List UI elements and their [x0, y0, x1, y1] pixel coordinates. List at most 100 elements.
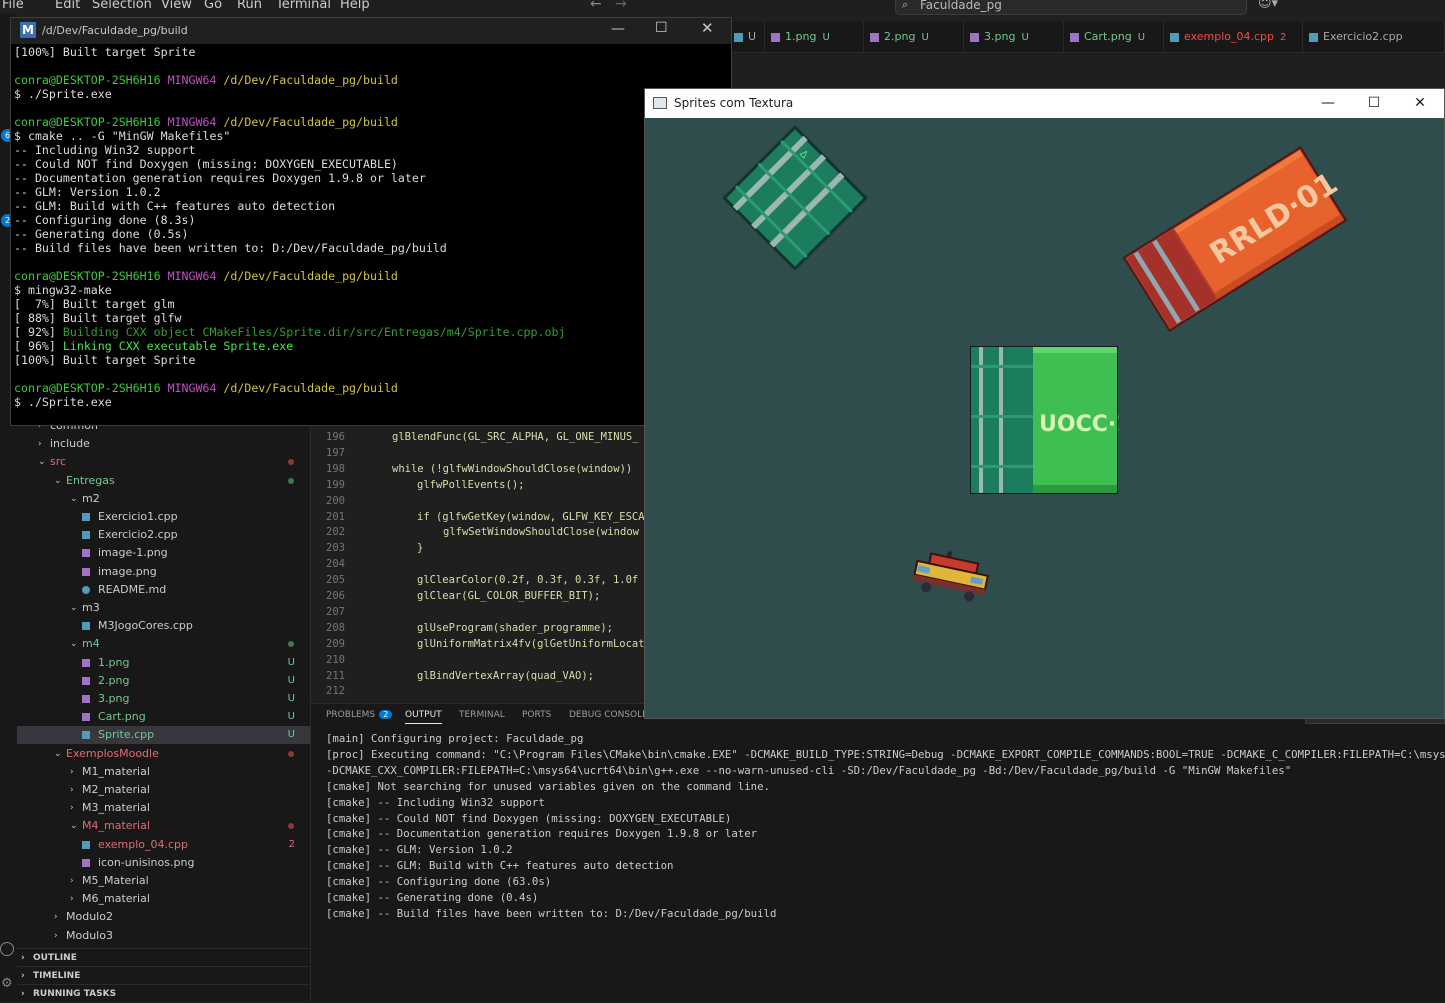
panel-tab-output[interactable]: OUTPUT — [405, 710, 442, 724]
menu-view[interactable]: View — [161, 0, 192, 12]
tree-item[interactable]: exemplo_04.cpp 2 — [17, 836, 310, 854]
section-title: TIMELINE — [33, 971, 81, 981]
tree-item[interactable]: Exercicio2.cpp — [17, 526, 310, 544]
chevron-down-icon: ⌄ — [54, 475, 62, 486]
tree-item[interactable]: 2.png U — [17, 672, 310, 690]
tree-item[interactable]: README.md — [17, 581, 310, 599]
minimize-icon[interactable]: — — [1305, 89, 1351, 118]
gear-icon[interactable]: ⚙ — [1, 976, 13, 991]
tree-item[interactable]: ⌄ ExemplosMoodle — [17, 745, 310, 763]
back-arrow-icon[interactable]: ← — [590, 0, 602, 12]
tree-item[interactable]: › M3_material — [17, 799, 310, 817]
tree-item[interactable]: ⌄ Entregas — [17, 472, 310, 490]
menu-file[interactable]: File — [2, 0, 24, 12]
forward-arrow-icon[interactable]: → — [615, 0, 627, 12]
tree-item[interactable]: › M5_Material — [17, 872, 310, 890]
account-icon[interactable] — [0, 942, 14, 956]
cpp-file-icon — [1309, 32, 1318, 42]
tree-item[interactable]: ⌄ m4 — [17, 635, 310, 653]
line-number: 212 — [326, 685, 345, 698]
tab-status: U — [1137, 32, 1146, 43]
tree-item[interactable]: image-1.png — [17, 544, 310, 562]
code-text: glBindVertexArray(quad_VAO); — [417, 669, 595, 682]
tree-item[interactable]: icon-unisinos.png — [17, 854, 310, 872]
terminal-line: $ mingw32-make — [14, 283, 112, 297]
tree-item[interactable]: Sprite.cpp U — [17, 726, 310, 745]
tree-item[interactable]: › include — [17, 435, 310, 453]
maximize-icon[interactable]: ☐ — [1351, 89, 1397, 118]
tab-3-png[interactable]: 3.png U — [964, 22, 1064, 52]
menu-selection[interactable]: Selection — [92, 0, 152, 12]
git-status-badge: U — [287, 656, 295, 668]
menu-edit[interactable]: Edit — [55, 0, 80, 12]
tab-u[interactable]: U — [728, 22, 765, 52]
command-center-search[interactable]: ⌕ Faculdade_pg — [895, 0, 1247, 15]
tab-label: 3.png — [984, 30, 1016, 43]
tree-item[interactable]: 3.png U — [17, 690, 310, 708]
menu-go[interactable]: Go — [204, 0, 222, 12]
tab-2-png[interactable]: 2.png U — [864, 22, 964, 52]
tree-item[interactable]: › M1_material — [17, 763, 310, 781]
tab-label: Exercicio2.cpp — [1323, 30, 1403, 43]
section-timeline[interactable]: › TIMELINE — [17, 966, 310, 985]
menu-terminal[interactable]: Terminal — [276, 0, 331, 12]
code-line: 206 glClear(GL_COLOR_BUFFER_BIT); — [311, 588, 645, 604]
line-number: 211 — [326, 669, 345, 682]
terminal-window[interactable]: M /d/Dev/Faculdade_pg/build — ☐ ✕ [100%]… — [10, 17, 732, 426]
tree-item-label: M3JogoCores.cpp — [98, 619, 193, 633]
minimize-icon[interactable]: — — [611, 21, 625, 37]
panel-tab-ports[interactable]: PORTS — [522, 710, 551, 720]
tab-cart-png[interactable]: Cart.png U — [1064, 22, 1164, 52]
chevron-down-icon: ⌄ — [70, 493, 78, 504]
tree-item[interactable]: ⌄ m3 — [17, 599, 310, 617]
tab-1-png[interactable]: 1.png U — [765, 22, 864, 52]
output-line: [cmake] -- Build files have been written… — [326, 906, 777, 920]
tree-item-label: 2.png — [98, 673, 130, 687]
menu-run[interactable]: Run — [237, 0, 262, 12]
tree-item[interactable]: › Modulo3 — [17, 927, 310, 945]
tree-item[interactable]: ⌄ src — [17, 453, 310, 471]
cpp-file-icon — [82, 731, 90, 740]
terminal-text: -- GLM: Build with C++ features auto det… — [14, 199, 336, 213]
tree-item[interactable]: › M2_material — [17, 781, 310, 799]
terminal-line: $ ./Sprite.exe — [14, 87, 112, 101]
output-line: [cmake] Not searching for unused variabl… — [326, 779, 770, 793]
tree-item-label: M2_material — [82, 783, 150, 796]
tree-item[interactable]: ⌄ m2 — [17, 490, 310, 508]
terminal-output: [100%] Built target Sprite conra@DESKTOP-… — [11, 45, 731, 425]
tab-exercicio2-cpp[interactable]: Exercicio2.cpp — [1303, 22, 1445, 52]
code-text: if (glfwGetKey(window, GLFW_KEY_ESCA — [417, 510, 645, 523]
copilot-icon[interactable]: ☺▾ — [1258, 0, 1278, 11]
maximize-icon[interactable]: ☐ — [655, 20, 668, 36]
tree-item[interactable]: ⌄ M4_material — [17, 817, 310, 835]
sprite-window[interactable]: Sprites com Textura — ☐ ✕ Δ RRLD·01 UOCC… — [644, 88, 1445, 719]
panel-tab-terminal[interactable]: TERMINAL — [459, 710, 505, 720]
git-status-badge: U — [287, 693, 295, 704]
line-number: 200 — [326, 494, 345, 507]
panel-tab-debug-console[interactable]: DEBUG CONSOLE — [569, 710, 648, 720]
tree-item[interactable]: Exercicio1.cpp — [17, 508, 310, 526]
close-icon[interactable]: ✕ — [701, 19, 714, 37]
tab-label: 2.png — [884, 30, 916, 43]
tab-exemplo-04-cpp[interactable]: exemplo_04.cpp 2 — [1164, 22, 1303, 52]
tree-item[interactable]: M3JogoCores.cpp — [17, 617, 310, 635]
tree-item[interactable]: › Modulo2 — [17, 908, 310, 926]
tree-item[interactable]: image.png — [17, 563, 310, 581]
tree-item[interactable]: 1.png U — [17, 654, 310, 672]
section-outline[interactable]: › OUTLINE — [17, 948, 310, 967]
section-running-tasks[interactable]: › RUNNING TASKS — [17, 984, 310, 1003]
info-icon — [82, 585, 90, 594]
tree-item[interactable]: › M6_material — [17, 890, 310, 908]
terminal-line: [ 7%] Built target glm — [14, 297, 175, 311]
menu-help[interactable]: Help — [340, 0, 370, 12]
tree-item[interactable]: Cart.png U — [17, 708, 310, 726]
terminal-text: [ 92%] — [14, 325, 63, 339]
terminal-text: -- GLM: Version 1.0.2 — [14, 185, 161, 199]
close-icon[interactable]: ✕ — [1397, 89, 1443, 118]
status-dot — [288, 641, 294, 648]
tree-item-label: Modulo2 — [66, 910, 113, 924]
chevron-down-icon: ⌄ — [54, 748, 62, 759]
image-file-icon — [1070, 32, 1079, 42]
panel-tab-problems[interactable]: PROBLEMS 2 — [326, 710, 393, 720]
panel-tab-label: PROBLEMS — [326, 710, 376, 720]
